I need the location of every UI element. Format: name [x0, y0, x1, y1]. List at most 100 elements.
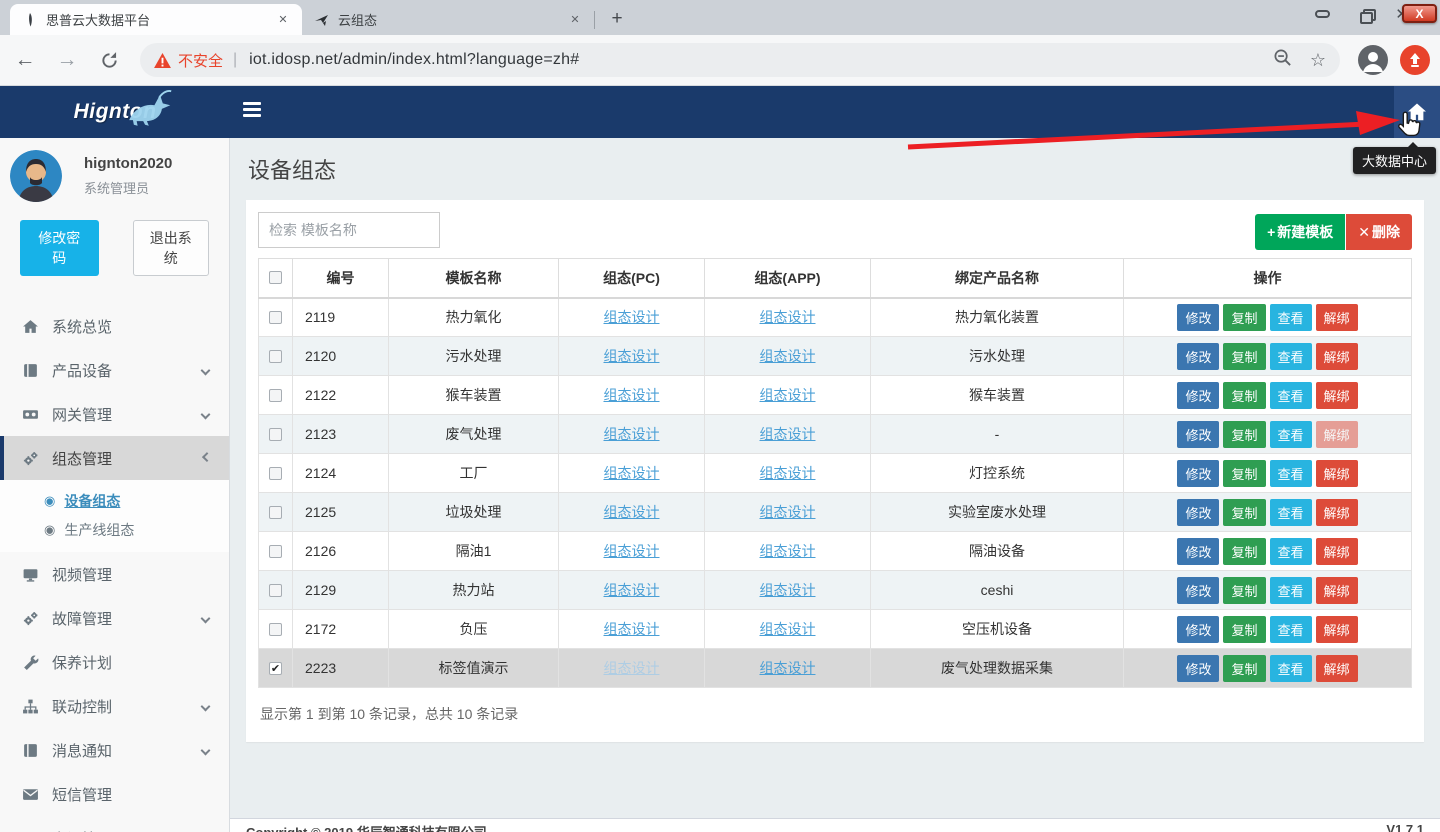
config-app-link[interactable]: 组态设计 [760, 543, 816, 559]
minimize-button[interactable] [1307, 3, 1337, 25]
config-app-link[interactable]: 组态设计 [760, 309, 816, 325]
copy-button[interactable]: 复制 [1223, 343, 1265, 370]
row-checkbox[interactable] [269, 350, 282, 363]
bookmark-star-icon[interactable]: ☆ [1310, 50, 1326, 71]
view-button[interactable]: 查看 [1270, 499, 1312, 526]
config-pc-link[interactable]: 组态设计 [604, 348, 660, 364]
copy-button[interactable]: 复制 [1223, 460, 1265, 487]
hamburger-menu-icon[interactable] [243, 102, 263, 122]
row-checkbox[interactable] [269, 428, 282, 441]
sidebar-item[interactable]: 产品设备 [0, 348, 229, 392]
config-pc-link[interactable]: 组态设计 [604, 504, 660, 520]
back-button[interactable]: ← [8, 43, 42, 77]
modify-button[interactable]: 修改 [1177, 304, 1219, 331]
view-button[interactable]: 查看 [1270, 343, 1312, 370]
config-app-link[interactable]: 组态设计 [760, 465, 816, 481]
sidebar-item[interactable]: 网关管理 [0, 392, 229, 436]
config-pc-link[interactable]: 组态设计 [604, 309, 660, 325]
config-app-link[interactable]: 组态设计 [760, 348, 816, 364]
forward-button[interactable]: → [50, 43, 84, 77]
unbind-button[interactable]: 解绑 [1316, 421, 1358, 448]
view-button[interactable]: 查看 [1270, 616, 1312, 643]
sidebar-item[interactable]: 消息通知 [0, 728, 229, 772]
config-pc-link[interactable]: 组态设计 [604, 387, 660, 403]
unbind-button[interactable]: 解绑 [1316, 460, 1358, 487]
row-checkbox[interactable] [269, 311, 282, 324]
delete-button[interactable]: ✕删除 [1346, 214, 1412, 250]
copy-button[interactable]: 复制 [1223, 382, 1265, 409]
unbind-button[interactable]: 解绑 [1316, 655, 1358, 682]
copy-button[interactable]: 复制 [1223, 655, 1265, 682]
tab-close-icon[interactable]: ✕ [274, 11, 292, 29]
modify-button[interactable]: 修改 [1177, 499, 1219, 526]
modify-button[interactable]: 修改 [1177, 382, 1219, 409]
copy-button[interactable]: 复制 [1223, 421, 1265, 448]
sidebar-item[interactable]: 视频管理 [0, 552, 229, 596]
modify-button[interactable]: 修改 [1177, 616, 1219, 643]
row-checkbox[interactable] [269, 506, 282, 519]
copy-button[interactable]: 复制 [1223, 577, 1265, 604]
config-pc-link[interactable]: 组态设计 [604, 582, 660, 598]
row-checkbox[interactable] [269, 389, 282, 402]
config-pc-link[interactable]: 组态设计 [604, 465, 660, 481]
view-button[interactable]: 查看 [1270, 304, 1312, 331]
config-app-link[interactable]: 组态设计 [760, 621, 816, 637]
browser-profile-avatar[interactable] [1358, 45, 1388, 75]
config-app-link[interactable]: 组态设计 [760, 504, 816, 520]
copy-button[interactable]: 复制 [1223, 538, 1265, 565]
config-pc-link[interactable]: 组态设计 [604, 660, 660, 676]
view-button[interactable]: 查看 [1270, 655, 1312, 682]
row-checkbox[interactable] [269, 545, 282, 558]
browser-tab-active[interactable]: 思普云大数据平台 ✕ [10, 4, 302, 35]
restore-button[interactable] [1351, 3, 1381, 25]
modify-button[interactable]: 修改 [1177, 421, 1219, 448]
copy-button[interactable]: 复制 [1223, 499, 1265, 526]
config-app-link[interactable]: 组态设计 [760, 660, 816, 676]
unbind-button[interactable]: 解绑 [1316, 538, 1358, 565]
config-pc-link[interactable]: 组态设计 [604, 426, 660, 442]
sidebar-subitem[interactable]: ◉设备组态 [0, 486, 229, 515]
zoom-out-icon[interactable] [1273, 48, 1292, 72]
address-bar[interactable]: 不安全 | iot.idosp.net/admin/index.html?lan… [140, 43, 1340, 77]
row-checkbox[interactable]: ✔ [269, 662, 282, 675]
change-password-button[interactable]: 修改密码 [20, 220, 99, 276]
sidebar-subitem[interactable]: ◉生产线组态 [0, 515, 229, 544]
extension-icon[interactable] [1400, 45, 1430, 75]
config-app-link[interactable]: 组态设计 [760, 582, 816, 598]
view-button[interactable]: 查看 [1270, 421, 1312, 448]
sidebar-item[interactable]: 组态管理 [0, 436, 229, 480]
search-input[interactable] [258, 212, 440, 248]
sidebar-item[interactable]: 故障管理 [0, 596, 229, 640]
unbind-button[interactable]: 解绑 [1316, 343, 1358, 370]
unbind-button[interactable]: 解绑 [1316, 577, 1358, 604]
row-checkbox[interactable] [269, 623, 282, 636]
view-button[interactable]: 查看 [1270, 460, 1312, 487]
select-all-checkbox[interactable] [269, 271, 282, 284]
sidebar-item[interactable]: 空间管理 [0, 816, 229, 832]
view-button[interactable]: 查看 [1270, 382, 1312, 409]
copy-button[interactable]: 复制 [1223, 616, 1265, 643]
recorder-close-button[interactable]: X [1402, 4, 1437, 23]
modify-button[interactable]: 修改 [1177, 577, 1219, 604]
config-pc-link[interactable]: 组态设计 [604, 543, 660, 559]
sidebar-item[interactable]: 保养计划 [0, 640, 229, 684]
config-app-link[interactable]: 组态设计 [760, 387, 816, 403]
modify-button[interactable]: 修改 [1177, 343, 1219, 370]
browser-tab-inactive[interactable]: 云组态 ✕ [302, 4, 594, 35]
unbind-button[interactable]: 解绑 [1316, 382, 1358, 409]
tab-close-icon[interactable]: ✕ [566, 11, 584, 29]
config-app-link[interactable]: 组态设计 [760, 426, 816, 442]
reload-button[interactable] [92, 43, 126, 77]
unbind-button[interactable]: 解绑 [1316, 616, 1358, 643]
logout-button[interactable]: 退出系统 [133, 220, 210, 276]
config-pc-link[interactable]: 组态设计 [604, 621, 660, 637]
modify-button[interactable]: 修改 [1177, 538, 1219, 565]
sidebar-item[interactable]: 联动控制 [0, 684, 229, 728]
copy-button[interactable]: 复制 [1223, 304, 1265, 331]
unbind-button[interactable]: 解绑 [1316, 499, 1358, 526]
modify-button[interactable]: 修改 [1177, 655, 1219, 682]
view-button[interactable]: 查看 [1270, 538, 1312, 565]
sidebar-item[interactable]: 短信管理 [0, 772, 229, 816]
sidebar-item[interactable]: 系统总览 [0, 304, 229, 348]
new-tab-button[interactable]: + [603, 5, 631, 33]
